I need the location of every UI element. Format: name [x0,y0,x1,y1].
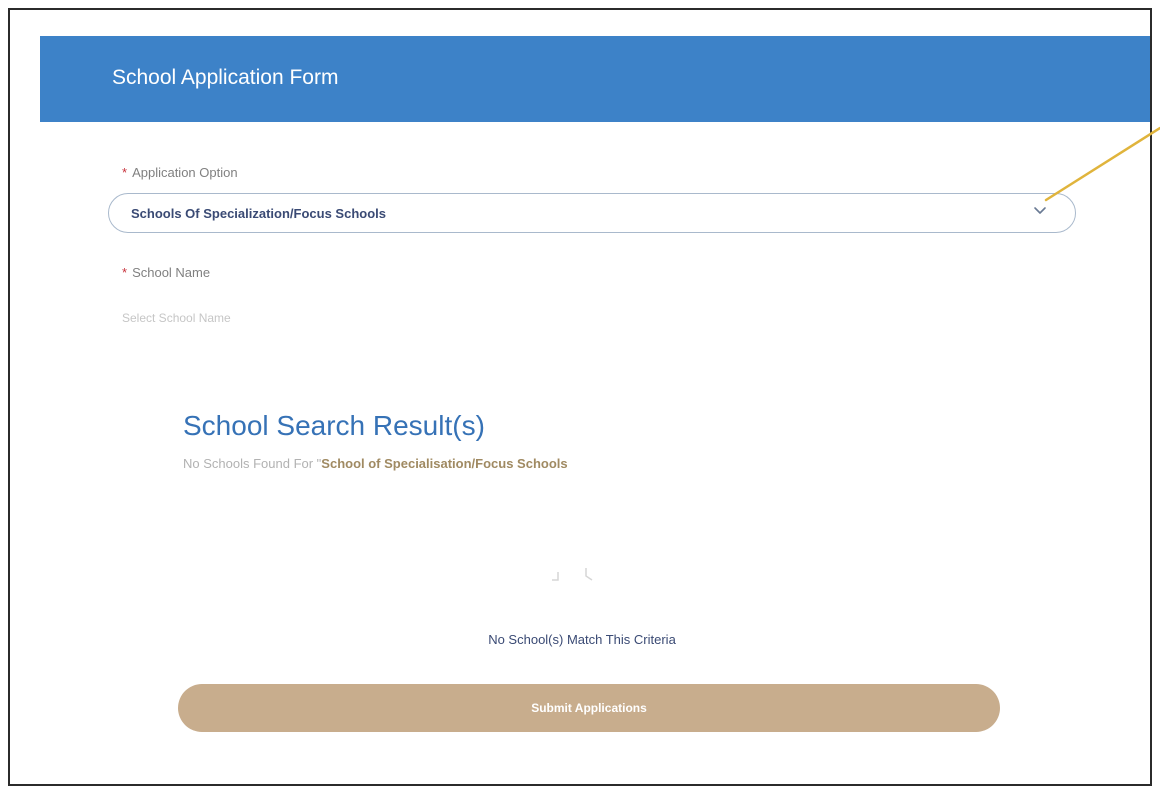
school-name-input[interactable] [122,306,442,330]
required-marker: * [122,265,128,280]
results-subtitle: No Schools Found For "School of Speciali… [183,456,568,471]
screenshot-frame: School Application Form * Application Opt… [8,8,1152,786]
form-header: School Application Form [40,36,1150,122]
submit-applications-button[interactable]: Submit Applications [178,684,1000,732]
application-option-label: * Application Option [122,165,238,180]
school-name-label: * School Name [122,265,210,280]
required-marker: * [122,165,128,180]
chevron-down-icon[interactable] [1031,202,1049,220]
page-title: School Application Form [112,66,339,89]
results-search-term: School of Specialisation/Focus Schools [321,456,568,471]
application-option-value: Schools Of Specialization/Focus Schools [131,206,386,221]
results-subtitle-prefix: No Schools Found For " [183,456,322,471]
results-title: School Search Result(s) [183,410,485,441]
empty-results-message: No School(s) Match This Criteria [488,632,676,647]
empty-state-icon [552,568,593,581]
application-option-label-text: Application Option [132,165,238,180]
application-option-select[interactable]: Schools Of Specialization/Focus Schools [108,193,1076,233]
school-name-label-text: School Name [132,265,211,280]
